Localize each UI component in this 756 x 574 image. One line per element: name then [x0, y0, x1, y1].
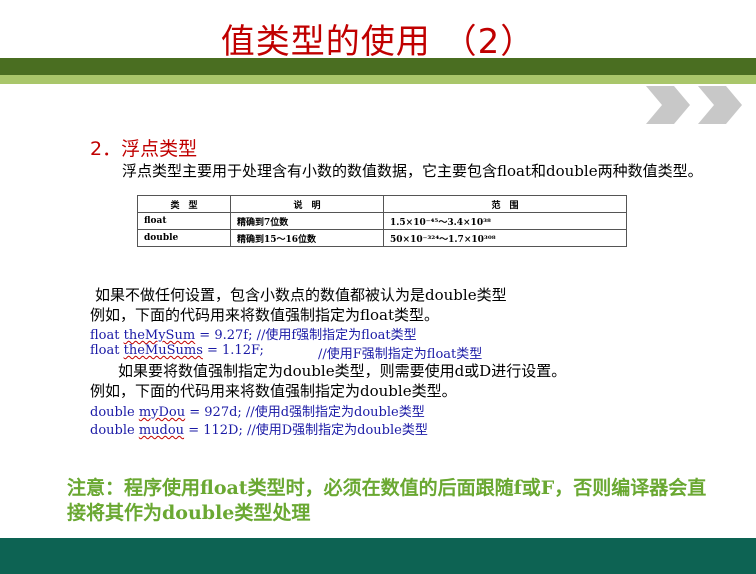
code-keyword: double — [90, 405, 139, 420]
footer-band — [0, 538, 756, 574]
code-rest: = 927d; //使用d强制指定为double类型 — [185, 405, 425, 420]
code-variable: mudou — [138, 423, 185, 438]
double-example-intro: 例如，下面的代码用来将数值强制指定为double类型。 — [90, 382, 457, 400]
code-variable: theMySum — [123, 328, 196, 343]
note-text: 注意：程序使用float类型时，必须在数值的后面跟随f或F，否则编译器会直接将其… — [67, 477, 707, 524]
header-band-light — [0, 75, 756, 84]
header-band-dark — [0, 58, 756, 75]
table-cell: 精确到7位数 — [230, 212, 384, 230]
code-line-float-F: float theMuSums = 1.12F;//使用F强制指定为float类… — [90, 343, 482, 362]
table-header-row: 类 型 说 明 范 围 — [137, 195, 627, 213]
column-header: 范 围 — [383, 195, 627, 213]
chevron-arrows-icon — [646, 86, 742, 124]
table-cell: 精确到15～16位数 — [230, 229, 384, 247]
code-rest: = 1.12F; — [202, 343, 264, 358]
code-keyword: float — [90, 343, 124, 358]
intro-paragraph: 浮点类型主要用于处理含有小数的数值数据，它主要包含float和double两种数… — [122, 162, 703, 180]
table-cell: float — [137, 212, 231, 230]
table-row: float 精确到7位数 1.5×10⁻⁴⁵～3.4×10³⁸ — [137, 212, 627, 230]
code-line-double-d: double myDou = 927d; //使用d强制指定为double类型 — [90, 401, 425, 420]
column-header: 类 型 — [137, 195, 231, 213]
code-variable: myDou — [138, 405, 186, 420]
table-cell: double — [137, 229, 231, 247]
section-heading: 2．浮点类型 — [90, 138, 198, 160]
table-cell: 50×10⁻³²⁴～1.7×10³⁰⁸ — [383, 229, 627, 247]
default-double-text: 如果不做任何设置，包含小数点的数值都被认为是double类型 — [95, 286, 507, 304]
code-keyword: double — [90, 423, 139, 438]
column-header: 说 明 — [230, 195, 384, 213]
code-line-double-D: double mudou = 112D; //使用D强制指定为double类型 — [90, 419, 428, 438]
code-rest: = 112D; //使用D强制指定为double类型 — [184, 423, 428, 438]
code-keyword: float — [90, 328, 124, 343]
double-suffix-text: 如果要将数值强制指定为double类型，则需要使用d或D进行设置。 — [118, 362, 567, 380]
table-cell: 1.5×10⁻⁴⁵～3.4×10³⁸ — [383, 212, 627, 230]
code-line-float-f: float theMySum = 9.27f; //使用f强制指定为float类… — [90, 324, 417, 343]
code-rest: = 9.27f; //使用f强制指定为float类型 — [195, 328, 417, 343]
code-variable: theMuSums — [123, 343, 203, 358]
float-example-intro: 例如，下面的代码用来将数值强制指定为float类型。 — [90, 306, 440, 324]
slide-title: 值类型的使用 （2） — [220, 22, 536, 62]
table-row: double 精确到15～16位数 50×10⁻³²⁴～1.7×10³⁰⁸ — [137, 229, 627, 247]
float-types-table: 类 型 说 明 范 围 float 精确到7位数 1.5×10⁻⁴⁵～3.4×1… — [137, 195, 627, 247]
